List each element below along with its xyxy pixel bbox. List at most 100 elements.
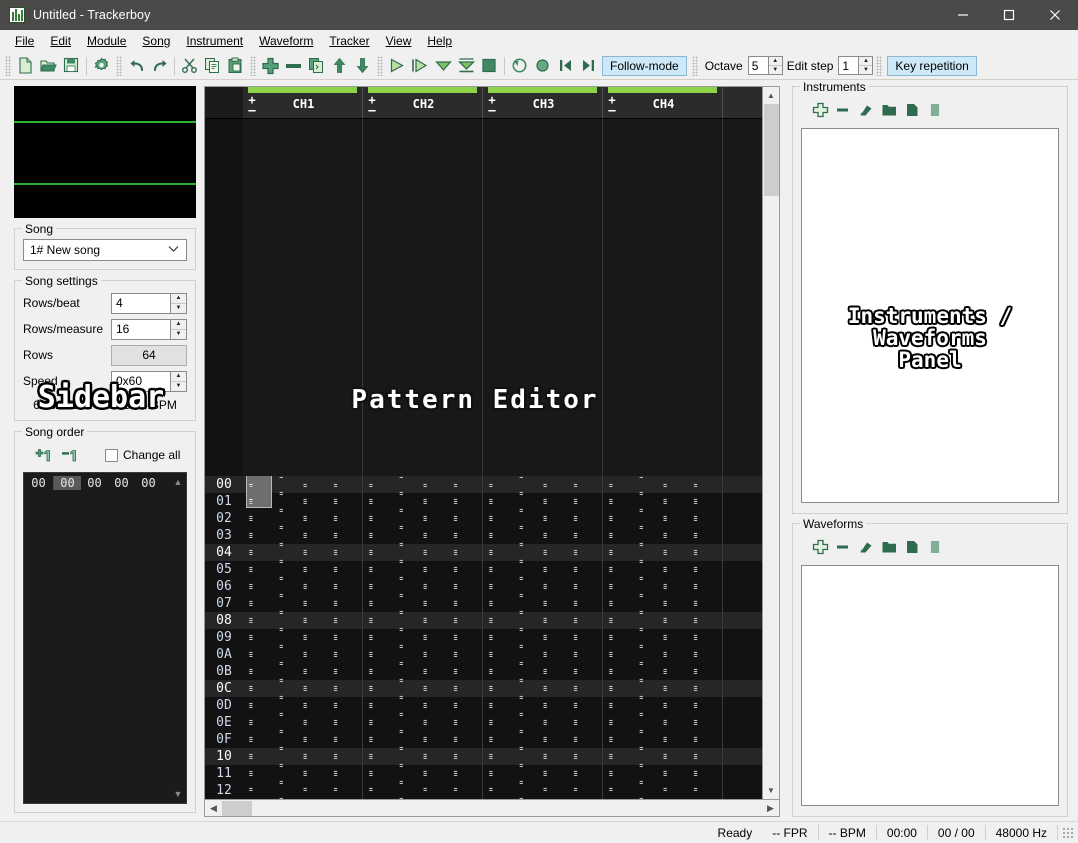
pattern-rows[interactable]: 00- - -- -- - -- - -- - -- -- - -- - -- …	[205, 119, 762, 799]
pattern-cell-effect-1[interactable]: - - -	[661, 768, 685, 799]
menu-tracker[interactable]: Tracker	[321, 31, 377, 51]
rows-value[interactable]: 64	[111, 344, 187, 366]
increment-selection-icon[interactable]	[31, 444, 57, 466]
channel-header-ch4[interactable]: + – CH4	[603, 87, 723, 118]
channel-name-ch2[interactable]: CH2	[381, 97, 482, 111]
minimize-icon[interactable]	[940, 0, 986, 30]
rows-per-beat-value[interactable]: 4	[112, 294, 170, 313]
octave-up-icon[interactable]: ▲	[768, 57, 782, 66]
rows-per-measure-stepper[interactable]: 16 ▲ ▼	[111, 318, 187, 340]
pattern-cell-instrument[interactable]: - -	[397, 776, 415, 800]
toolbar-grip-pattern[interactable]	[250, 55, 256, 76]
pattern-cell-note[interactable]: - - -	[247, 768, 271, 799]
save-icon[interactable]	[60, 54, 83, 78]
pattern-cell-instrument[interactable]: - -	[517, 776, 535, 800]
octave-stepper[interactable]: 5 ▲ ▼	[747, 56, 783, 75]
menu-view[interactable]: View	[378, 31, 420, 51]
toolbar-grip-tracker[interactable]	[377, 55, 383, 76]
pattern-cell-effect-2[interactable]: - - -	[572, 768, 596, 799]
pattern-horizontal-scrollbar[interactable]: ◀ ▶	[205, 799, 779, 816]
pattern-cell-instrument[interactable]: - -	[637, 776, 655, 800]
pattern-row-list[interactable]: 00- - -- -- - -- - -- - -- -- - -- - -- …	[205, 461, 762, 800]
remove-instrument-icon[interactable]	[832, 99, 855, 121]
channel-header-ch3[interactable]: + – CH3	[483, 87, 603, 118]
scroll-up-icon[interactable]: ▲	[762, 87, 779, 104]
speed-up-icon[interactable]: ▲	[171, 371, 186, 382]
stop-icon[interactable]	[478, 54, 501, 78]
octave-value[interactable]: 5	[748, 57, 768, 74]
duplicate-instrument-icon[interactable]	[901, 99, 924, 121]
octave-down-icon[interactable]: ▼	[768, 66, 782, 74]
add-waveform-icon[interactable]	[809, 536, 832, 558]
add-icon[interactable]	[259, 54, 282, 78]
move-down-icon[interactable]	[351, 54, 374, 78]
new-file-icon[interactable]	[14, 54, 37, 78]
rows-per-beat-spin-buttons[interactable]: ▲ ▼	[170, 293, 186, 313]
menu-edit[interactable]: Edit	[42, 31, 79, 51]
rows-per-measure-value[interactable]: 16	[112, 320, 170, 339]
close-icon[interactable]	[1032, 0, 1078, 30]
undo-icon[interactable]	[125, 54, 148, 78]
menu-help[interactable]: Help	[419, 31, 460, 51]
channel-track-buttons-ch3[interactable]: + –	[483, 94, 501, 116]
scroll-down-icon[interactable]: ▼	[762, 782, 779, 799]
pattern-editor[interactable]: + – CH1 + – CH2 + – CH3 + – CH4 00 - - -…	[204, 86, 780, 817]
waveforms-list[interactable]	[801, 565, 1059, 806]
menu-waveform[interactable]: Waveform	[251, 31, 321, 51]
edit-instrument-icon[interactable]	[924, 99, 947, 121]
channel-name-ch4[interactable]: CH4	[621, 97, 722, 111]
channel-remove-track-icon[interactable]: –	[248, 104, 255, 116]
edit-step-spin-buttons[interactable]: ▲ ▼	[858, 57, 873, 74]
toolbar-grip[interactable]	[5, 55, 11, 76]
channel-remove-track-icon[interactable]: –	[608, 104, 615, 116]
decrement-selection-icon[interactable]	[57, 444, 83, 466]
channel-track-buttons-ch1[interactable]: + –	[243, 94, 261, 116]
play-to-end-icon[interactable]	[455, 54, 478, 78]
pattern-editor-grid[interactable]: + – CH1 + – CH2 + – CH3 + – CH4 00 - - -…	[205, 87, 762, 799]
toolbar-grip-keyrep[interactable]	[876, 55, 883, 76]
rows-per-beat-up-icon[interactable]: ▲	[171, 293, 186, 304]
rename-instrument-icon[interactable]	[855, 99, 878, 121]
pattern-cell-note[interactable]: - - -	[367, 768, 391, 799]
channel-track-buttons-ch4[interactable]: + –	[603, 94, 621, 116]
play-from-cursor-icon[interactable]	[432, 54, 455, 78]
edit-step-value[interactable]: 1	[839, 57, 859, 74]
rows-per-measure-down-icon[interactable]: ▼	[171, 329, 186, 339]
edit-step-up-icon[interactable]: ▲	[859, 57, 873, 66]
scroll-right-icon[interactable]: ▶	[762, 800, 779, 817]
pattern-cell-effect-2[interactable]: - - -	[452, 768, 476, 799]
toolbar-grip-edit[interactable]	[116, 55, 122, 76]
paste-icon[interactable]	[224, 54, 247, 78]
loop-pattern-icon[interactable]	[508, 54, 531, 78]
channel-name-ch1[interactable]: CH1	[261, 97, 362, 111]
record-icon[interactable]	[531, 54, 554, 78]
scroll-left-icon[interactable]: ◀	[205, 800, 222, 817]
menu-module[interactable]: Module	[79, 31, 134, 51]
pattern-cell-effect-1[interactable]: - - -	[541, 768, 565, 799]
resize-grip-icon[interactable]	[1062, 826, 1074, 839]
play-icon[interactable]	[386, 54, 409, 78]
pattern-cell-instrument[interactable]: - -	[277, 776, 295, 800]
pattern-vertical-scrollbar[interactable]: ▲ ▼	[762, 87, 779, 799]
vertical-scrollbar-track[interactable]	[762, 196, 779, 782]
song-order-cell-ch2[interactable]: 00	[81, 476, 108, 490]
song-order-cell-ch4[interactable]: 00	[135, 476, 162, 490]
octave-spin-buttons[interactable]: ▲ ▼	[767, 57, 782, 74]
duplicate-icon[interactable]	[305, 54, 328, 78]
vertical-scrollbar-thumb[interactable]	[763, 104, 779, 196]
redo-icon[interactable]	[148, 54, 171, 78]
copy-icon[interactable]	[201, 54, 224, 78]
song-order-table[interactable]: 00 00 00 00 00 ▲ ▼	[23, 472, 187, 804]
pattern-cell-effect-1[interactable]: - - -	[301, 768, 325, 799]
rows-per-beat-stepper[interactable]: 4 ▲ ▼	[111, 292, 187, 314]
open-folder-icon[interactable]	[37, 54, 60, 78]
follow-mode-button[interactable]: Follow-mode	[602, 55, 687, 76]
pattern-track-ch2[interactable]: - - -- -- - -- - -	[363, 768, 483, 799]
channel-remove-track-icon[interactable]: –	[488, 104, 495, 116]
rename-waveform-icon[interactable]	[855, 536, 878, 558]
song-order-cell-ch3[interactable]: 00	[108, 476, 135, 490]
rows-per-measure-spin-buttons[interactable]: ▲ ▼	[170, 319, 186, 339]
edit-waveform-icon[interactable]	[924, 536, 947, 558]
prev-pattern-icon[interactable]	[554, 54, 577, 78]
song-order-scrollbar[interactable]: ▲ ▼	[170, 473, 186, 803]
